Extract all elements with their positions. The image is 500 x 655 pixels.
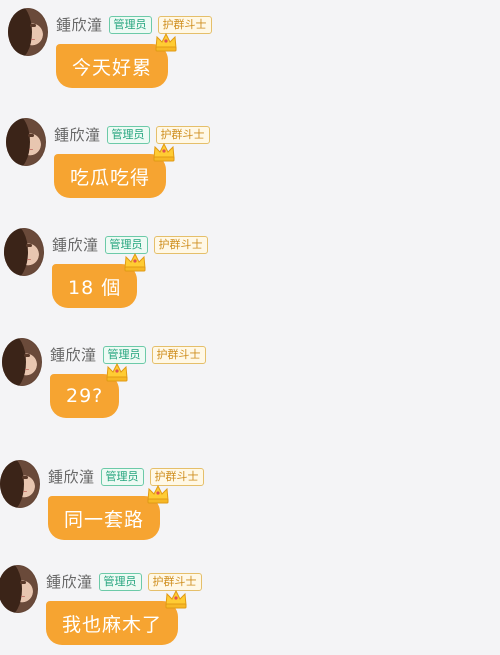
message-header: 鍾欣潼 管理员 护群斗士: [48, 466, 204, 487]
avatar[interactable]: [0, 565, 38, 613]
admin-badge: 管理员: [98, 572, 142, 591]
fan-level-badge: 护群斗士: [155, 125, 210, 144]
message-header: 鍾欣潼 管理员 护群斗士: [56, 14, 212, 35]
chat-message: 鍾欣潼 管理员 护群斗士 吃瓜吃得: [6, 118, 306, 208]
sender-name[interactable]: 鍾欣潼: [52, 234, 99, 255]
admin-badge: 管理员: [108, 15, 152, 34]
sender-name[interactable]: 鍾欣潼: [48, 466, 95, 487]
message-text: 18 個: [68, 276, 122, 299]
sender-name[interactable]: 鍾欣潼: [50, 344, 97, 365]
message-header: 鍾欣潼 管理员 护群斗士: [54, 124, 210, 145]
crown-icon: [124, 252, 146, 272]
message-text: 我也麻木了: [62, 613, 163, 636]
crown-icon: [165, 589, 187, 609]
message-bubble[interactable]: 吃瓜吃得: [54, 142, 175, 198]
sender-name[interactable]: 鍾欣潼: [56, 14, 103, 35]
fan-level-badge: 护群斗士: [147, 572, 202, 591]
message-text: 同一套路: [64, 508, 145, 531]
crown-icon: [106, 362, 128, 382]
crown-icon: [147, 484, 169, 504]
chat-message: 鍾欣潼 管理员 护群斗士 29?: [2, 338, 302, 428]
admin-badge: 管理员: [102, 345, 146, 364]
admin-badge: 管理员: [100, 467, 144, 486]
chat-message: 鍾欣潼 管理员 护群斗士 我也麻木了: [0, 565, 298, 655]
admin-badge: 管理员: [104, 235, 148, 254]
avatar[interactable]: [2, 338, 42, 386]
fan-level-badge: 护群斗士: [151, 345, 206, 364]
avatar[interactable]: [4, 228, 44, 276]
message-text: 今天好累: [72, 56, 153, 79]
message-bubble[interactable]: 29?: [50, 362, 128, 418]
chat-message: 鍾欣潼 管理员 护群斗士 18 個: [4, 228, 304, 318]
fan-level-badge: 护群斗士: [149, 467, 204, 486]
admin-badge: 管理员: [106, 125, 150, 144]
crown-icon: [153, 142, 175, 162]
chat-message-list[interactable]: 鍾欣潼 管理员 护群斗士 今天好累 鍾欣潼 管理员 护群斗士 吃瓜吃得 鍾欣潼 …: [0, 0, 500, 645]
message-bubble[interactable]: 今天好累: [56, 32, 177, 88]
sender-name[interactable]: 鍾欣潼: [46, 571, 93, 592]
chat-message: 鍾欣潼 管理员 护群斗士 同一套路: [0, 460, 300, 550]
message-bubble[interactable]: 我也麻木了: [46, 589, 187, 645]
fan-level-badge: 护群斗士: [157, 15, 212, 34]
fan-level-badge: 护群斗士: [153, 235, 208, 254]
chat-message: 鍾欣潼 管理员 护群斗士 今天好累: [8, 8, 308, 98]
sender-name[interactable]: 鍾欣潼: [54, 124, 101, 145]
avatar[interactable]: [0, 460, 40, 508]
message-text: 29?: [66, 385, 104, 407]
crown-icon: [155, 32, 177, 52]
avatar[interactable]: [6, 118, 46, 166]
message-bubble[interactable]: 同一套路: [48, 484, 169, 540]
message-text: 吃瓜吃得: [70, 166, 151, 189]
avatar[interactable]: [8, 8, 48, 56]
message-bubble[interactable]: 18 個: [52, 252, 146, 308]
